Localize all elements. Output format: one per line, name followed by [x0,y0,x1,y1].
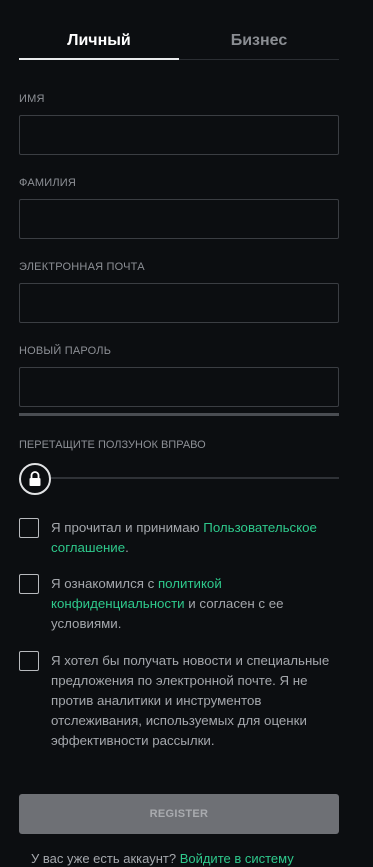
last-name-input[interactable] [19,199,339,239]
login-prompt: У вас уже есть аккаунт? Войдите в систем… [31,851,294,866]
tab-personal[interactable]: Личный [19,32,179,50]
newsletter-checkbox[interactable] [19,651,39,671]
slider-label: ПЕРЕТАЩИТЕ ПОЛЗУНОК ВПРАВО [19,439,206,451]
terms-checkbox[interactable] [19,518,39,538]
last-name-label: ФАМИЛИЯ [19,177,76,189]
active-tab-indicator [19,58,179,60]
email-label: ЭЛЕКТРОННАЯ ПОЧТА [19,261,145,273]
account-type-tabs: Личный Бизнес [19,22,339,60]
slider-handle[interactable] [19,463,51,495]
register-button[interactable]: REGISTER [19,794,339,834]
password-label: НОВЫЙ ПАРОЛЬ [19,345,112,357]
privacy-text: Я ознакомился с политикой конфиденциальн… [51,576,284,631]
password-input[interactable] [19,367,339,407]
password-strength-bar [19,413,339,416]
login-link[interactable]: Войдите в систему [180,851,294,866]
lock-icon [29,471,41,486]
email-input[interactable] [19,283,339,323]
newsletter-text: Я хотел бы получать новости и специальны… [51,653,330,748]
tab-business[interactable]: Бизнес [179,32,339,50]
terms-text: Я прочитал и принимаю Пользовательское с… [51,520,317,555]
slider-track [50,477,339,479]
privacy-checkbox[interactable] [19,574,39,594]
first-name-label: ИМЯ [19,93,45,105]
first-name-input[interactable] [19,115,339,155]
